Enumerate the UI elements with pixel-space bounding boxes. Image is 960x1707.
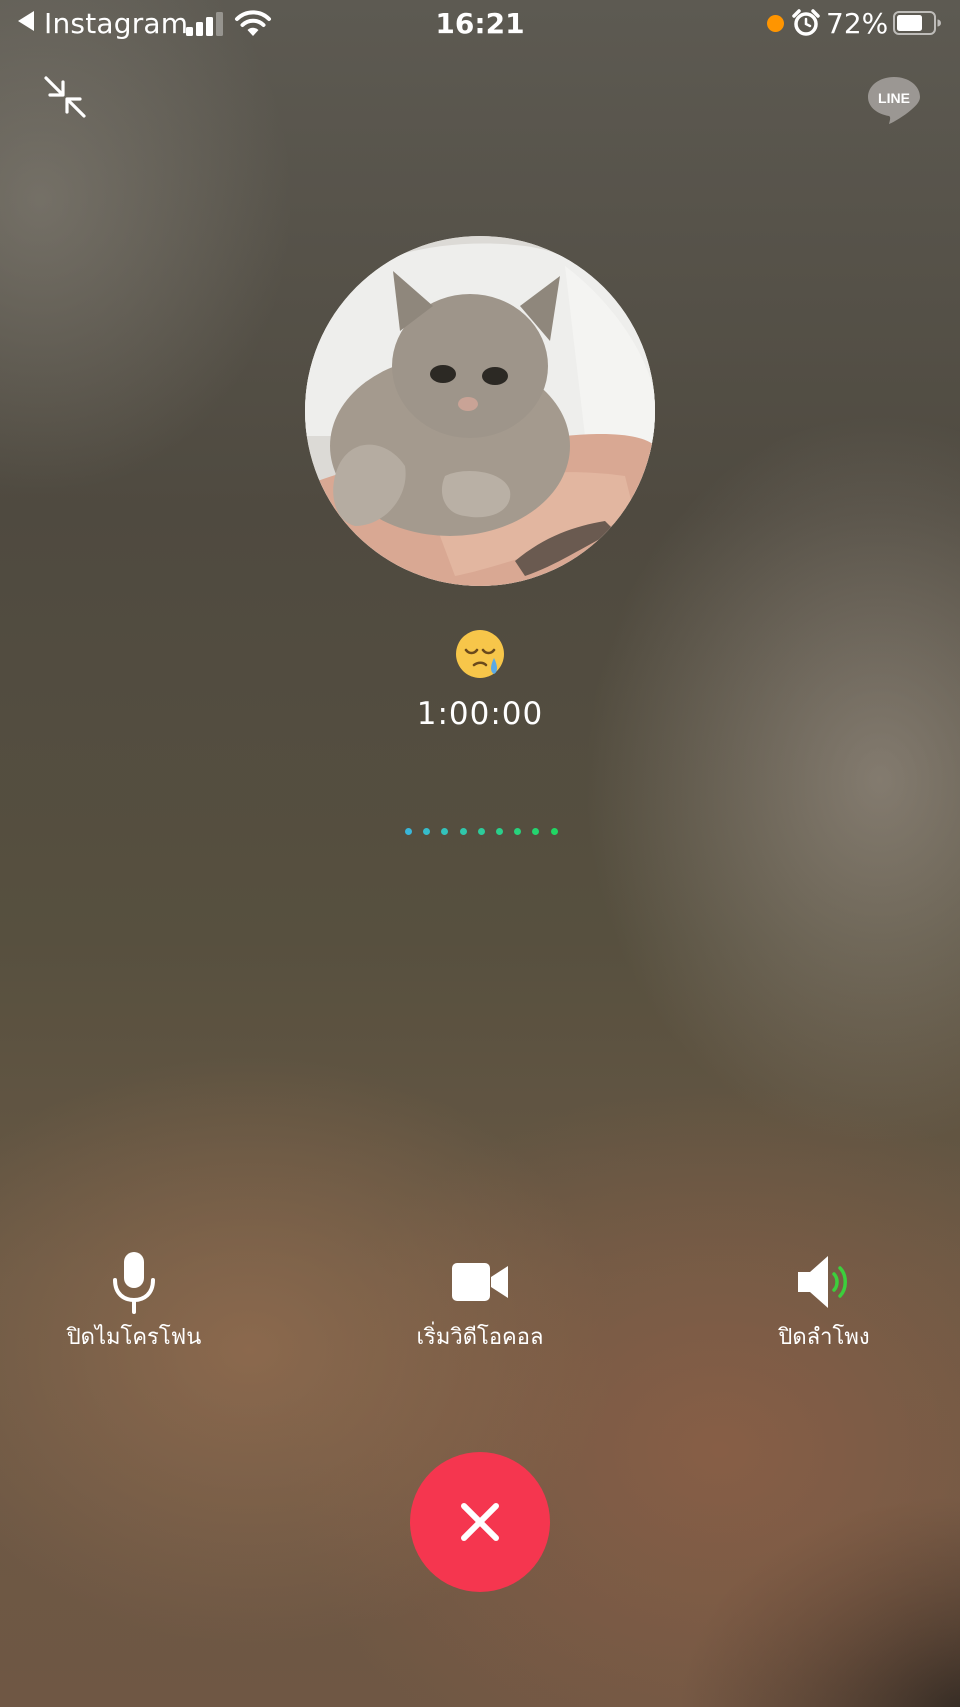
cat-photo — [305, 236, 655, 586]
connecting-dot — [532, 828, 540, 835]
connecting-dot — [496, 828, 503, 835]
close-icon — [461, 1503, 499, 1541]
turn-off-speaker-button[interactable]: ปิดลำโพง — [714, 1250, 934, 1360]
microphone-icon — [113, 1252, 155, 1314]
connecting-dot — [441, 828, 449, 835]
connecting-dot — [423, 828, 431, 835]
connecting-dot — [477, 828, 485, 835]
mute-microphone-label: ปิดไมโครโฟน — [66, 1325, 202, 1350]
minimize-arrows-icon[interactable] — [42, 74, 88, 120]
connecting-dot — [514, 828, 522, 835]
alarm-icon — [792, 9, 820, 36]
video-camera-icon — [452, 1263, 508, 1301]
battery-icon — [893, 11, 941, 35]
call-screen: Instagram 16:21 72% LINE 1:00:00 ปิดไมโค… — [0, 0, 960, 1707]
start-video-call-button[interactable]: เริ่มวิดีโอคอล — [370, 1250, 590, 1360]
connecting-dot — [459, 828, 467, 835]
back-arrow-icon[interactable] — [18, 11, 34, 31]
speaker-icon — [798, 1256, 847, 1308]
call-timer: 1:00:00 — [416, 696, 544, 732]
battery-percent: 72% — [826, 7, 889, 40]
connecting-dot — [550, 828, 558, 835]
avatar — [305, 236, 655, 586]
cellular-signal-icon — [186, 12, 226, 36]
recording-indicator-icon — [767, 15, 784, 32]
connecting-indicator — [400, 826, 560, 838]
back-to-app-label[interactable]: Instagram — [44, 6, 188, 42]
end-call-button[interactable] — [410, 1452, 550, 1592]
turn-off-speaker-label: ปิดลำโพง — [778, 1325, 870, 1350]
connecting-dot — [405, 828, 412, 835]
line-logo-text: LINE — [878, 90, 910, 106]
wifi-icon — [235, 10, 271, 36]
sleepy-face-emoji — [456, 630, 504, 678]
start-video-call-label: เริ่มวิดีโอคอล — [416, 1325, 544, 1350]
line-logo: LINE — [868, 77, 920, 124]
clock-time: 16:21 — [435, 7, 525, 40]
mute-microphone-button[interactable]: ปิดไมโครโฟน — [24, 1250, 244, 1360]
status-bar: Instagram 16:21 72% — [0, 0, 960, 48]
